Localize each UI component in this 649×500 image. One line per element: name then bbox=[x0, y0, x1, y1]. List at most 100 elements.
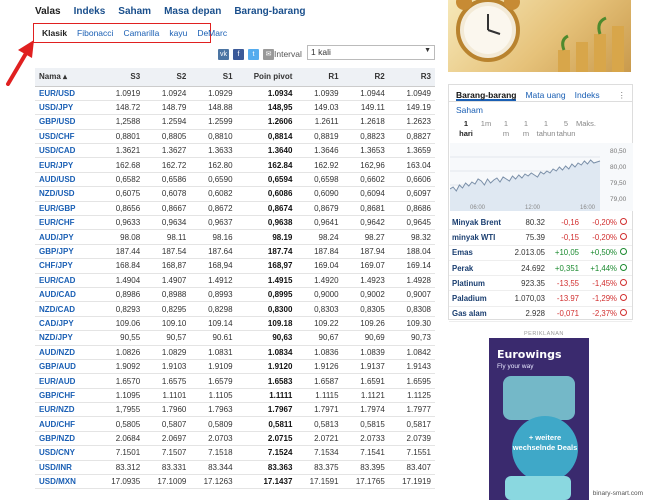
nav-valas[interactable]: Valas bbox=[35, 6, 61, 17]
period-option[interactable]: 5 tahun bbox=[556, 119, 576, 139]
column-header-r2[interactable]: R2 bbox=[342, 68, 389, 87]
column-header-poin-pivot[interactable]: Poin pivot bbox=[236, 68, 297, 87]
pair-link[interactable]: GBP/NZD bbox=[35, 431, 98, 447]
tab-camarilla[interactable]: Camarilla bbox=[118, 28, 164, 38]
period-option[interactable]: 1m bbox=[476, 119, 496, 139]
column-header-s3[interactable]: S3 bbox=[97, 68, 145, 87]
pair-link[interactable]: USD/CHF bbox=[35, 129, 98, 145]
interval-select[interactable]: 1 kali ▼ bbox=[307, 45, 435, 60]
pair-link[interactable]: AUD/CAD bbox=[35, 287, 98, 303]
table-cell: 1.3621 bbox=[97, 143, 145, 159]
pair-link[interactable]: EUR/JPY bbox=[35, 157, 98, 173]
column-header-r1[interactable]: R1 bbox=[296, 68, 343, 87]
commodity-row[interactable]: Perak 24.692 +0,351 +1,44% bbox=[449, 261, 632, 277]
clock-icon bbox=[617, 278, 629, 288]
period-option[interactable]: 1m bbox=[516, 119, 536, 139]
pair-link[interactable]: USD/JPY bbox=[35, 100, 98, 116]
nav-indeks[interactable]: Indeks bbox=[74, 6, 106, 17]
pair-link[interactable]: GBP/JPY bbox=[35, 244, 98, 260]
pair-link[interactable]: EUR/CHF bbox=[35, 215, 98, 231]
table-cell: 1.7960 bbox=[144, 402, 191, 418]
widget-tab-mata-uang[interactable]: Mata uang bbox=[525, 90, 565, 101]
table-cell: 149.03 bbox=[296, 100, 343, 116]
pair-link[interactable]: GBP/AUD bbox=[35, 359, 98, 375]
column-header-s2[interactable]: S2 bbox=[144, 68, 191, 87]
table-cell: 0,9642 bbox=[342, 215, 389, 231]
advertisement[interactable]: Eurowings Fly your way + weitere wechsel… bbox=[489, 338, 589, 500]
pair-link[interactable]: AUD/JPY bbox=[35, 229, 98, 245]
pair-link[interactable]: NZD/JPY bbox=[35, 330, 98, 346]
table-cell: 83.344 bbox=[190, 460, 237, 476]
tab-fibonacci[interactable]: Fibonacci bbox=[72, 28, 118, 38]
table-cell: 83.312 bbox=[97, 460, 145, 476]
widget-tab-barang-barang[interactable]: Barang-barang bbox=[456, 90, 517, 101]
commodity-name[interactable]: Platinum bbox=[449, 279, 505, 288]
annotation-arrow-icon bbox=[6, 40, 34, 86]
pair-link[interactable]: NZD/CAD bbox=[35, 301, 98, 317]
tab-kayu[interactable]: kayu bbox=[164, 28, 192, 38]
facebook-icon[interactable]: f bbox=[233, 49, 244, 60]
nav-saham[interactable]: Saham bbox=[118, 6, 151, 17]
pair-link[interactable]: EUR/AUD bbox=[35, 373, 98, 389]
pair-link[interactable]: USD/MXN bbox=[35, 474, 98, 490]
pair-link[interactable]: CAD/JPY bbox=[35, 316, 98, 332]
commodity-row[interactable]: Minyak Brent 80.32 -0,16 -0,20% bbox=[449, 215, 632, 231]
commodity-row[interactable]: Platinum 923.35 -13,55 -1,45% bbox=[449, 276, 632, 292]
commodity-name[interactable]: Paladium bbox=[449, 294, 505, 303]
widget-section-title[interactable]: Saham bbox=[449, 102, 632, 115]
period-option[interactable]: 1 hari bbox=[456, 119, 476, 139]
commodity-row[interactable]: Paladium 1.070,03 -13.97 -1,29% bbox=[449, 291, 632, 307]
table-cell: 0,8656 bbox=[97, 201, 145, 217]
nav-masa-depan[interactable]: Masa depan bbox=[164, 6, 221, 17]
table-row: AUD/NZD 1.0826 1.0829 1.0831 1.0834 1.0836 1.0… bbox=[35, 345, 435, 360]
pair-link[interactable]: CHF/JPY bbox=[35, 258, 98, 274]
commodity-row[interactable]: Gas alam 2.928 -0,071 -2,37% bbox=[449, 307, 632, 323]
pair-link[interactable]: EUR/GBP bbox=[35, 201, 98, 217]
table-cell: 2.0697 bbox=[144, 431, 191, 447]
commodity-price: 1.070,03 bbox=[514, 294, 545, 304]
period-option[interactable]: 1 tahun bbox=[536, 119, 556, 139]
vk-icon[interactable]: vk bbox=[218, 49, 229, 60]
more-vertical-icon[interactable]: ⋮ bbox=[618, 90, 627, 101]
pair-link[interactable]: AUD/CHF bbox=[35, 416, 98, 432]
twitter-icon[interactable]: t bbox=[248, 49, 259, 60]
email-icon[interactable]: ✉ bbox=[263, 49, 274, 60]
pair-link[interactable]: EUR/NZD bbox=[35, 402, 98, 418]
pair-link[interactable]: GBP/USD bbox=[35, 114, 98, 130]
pair-link[interactable]: EUR/CAD bbox=[35, 273, 98, 288]
commodity-name[interactable]: Perak bbox=[449, 264, 505, 273]
column-header-s1[interactable]: S1 bbox=[190, 68, 237, 87]
table-row: NZD/USD 0,6075 0,6078 0,6082 0,6086 0,6090 0,6… bbox=[35, 186, 435, 202]
table-cell: 1.1115 bbox=[296, 388, 343, 404]
tab-klasik[interactable]: Klasik bbox=[37, 28, 72, 38]
table-cell: 162.84 bbox=[236, 157, 297, 173]
nav-barang-barang[interactable]: Barang-barang bbox=[234, 6, 305, 17]
pair-link[interactable]: AUD/NZD bbox=[35, 345, 98, 360]
table-cell: 1.4915 bbox=[236, 273, 297, 288]
pair-link[interactable]: AUD/USD bbox=[35, 172, 98, 188]
pivot-type-tabs: Klasik Fibonacci Camarilla kayu DeMarc bbox=[33, 23, 227, 43]
table-cell: 1.6575 bbox=[144, 373, 191, 389]
pair-link[interactable]: NZD/USD bbox=[35, 186, 98, 202]
column-header-nama[interactable]: Nama ▴ bbox=[35, 68, 98, 87]
pair-link[interactable]: USD/CNY bbox=[35, 445, 98, 461]
table-cell: 187.84 bbox=[296, 244, 343, 260]
table-cell: 1.1121 bbox=[342, 388, 389, 404]
commodity-row[interactable]: Emas 2.013.05 +10,05 +0,50% bbox=[449, 246, 632, 261]
widget-tab-indeks[interactable]: Indeks bbox=[575, 90, 600, 101]
tab-demarc[interactable]: DeMarc bbox=[192, 28, 232, 38]
pair-link[interactable]: GBP/CHF bbox=[35, 388, 98, 404]
table-row: USD/CAD 1.3621 1.3627 1.3633 1.3640 1.3646 1.3… bbox=[35, 143, 435, 159]
commodity-name[interactable]: minyak WTI bbox=[449, 233, 505, 242]
column-header-r3[interactable]: R3 bbox=[388, 68, 435, 87]
period-option[interactable]: 1m bbox=[496, 119, 516, 139]
pair-link[interactable]: EUR/USD bbox=[35, 86, 98, 101]
pair-link[interactable]: USD/CAD bbox=[35, 143, 98, 159]
commodity-name[interactable]: Gas alam bbox=[449, 309, 505, 318]
pair-link[interactable]: USD/INR bbox=[35, 460, 98, 476]
period-option[interactable]: Maks. bbox=[576, 119, 596, 139]
commodity-row[interactable]: minyak WTI 75.39 -0,15 -0,20% bbox=[449, 230, 632, 246]
commodity-name[interactable]: Minyak Brent bbox=[449, 218, 505, 227]
table-cell: 0,8298 bbox=[190, 301, 237, 317]
commodity-name[interactable]: Emas bbox=[449, 248, 505, 257]
